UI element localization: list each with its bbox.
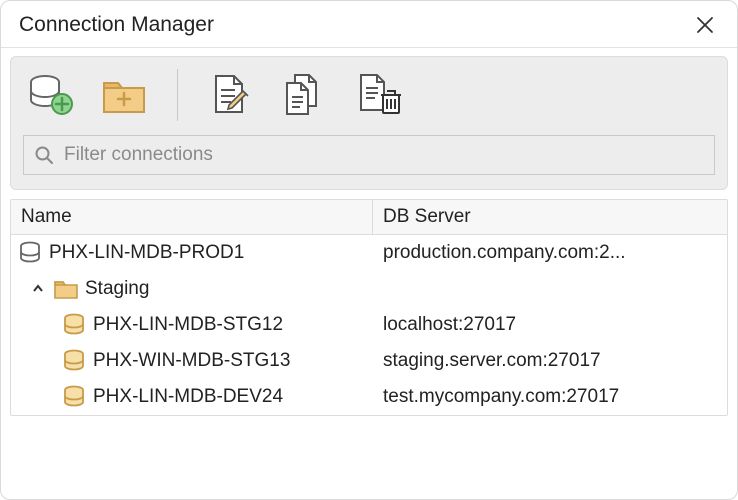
connection-name: PHX-LIN-MDB-STG12 — [93, 314, 283, 336]
delete-button[interactable] — [354, 70, 404, 120]
cell-server: localhost:27017 — [373, 314, 727, 336]
new-folder-button[interactable] — [99, 70, 149, 120]
close-button[interactable] — [691, 11, 719, 39]
tree-connection-row[interactable]: PHX-LIN-MDB-STG12 localhost:27017 — [11, 307, 727, 343]
database-icon — [61, 384, 87, 410]
cell-server: production.company.com:2... — [373, 242, 727, 264]
new-connection-button[interactable] — [25, 70, 75, 120]
database-icon — [61, 312, 87, 338]
search-icon — [34, 145, 54, 165]
tree-connection-row[interactable]: PHX-WIN-MDB-STG13 staging.server.com:2701… — [11, 343, 727, 379]
database-add-icon — [26, 71, 74, 119]
document-delete-icon — [355, 71, 403, 119]
cell-name: PHX-WIN-MDB-STG13 — [11, 348, 373, 374]
folder-add-icon — [100, 71, 148, 119]
toolbar-area — [10, 56, 728, 190]
cell-name: PHX-LIN-MDB-STG12 — [11, 312, 373, 338]
cell-server: test.mycompany.com:27017 — [373, 386, 727, 408]
chevron-up-icon[interactable] — [29, 282, 47, 296]
folder-icon — [53, 278, 79, 300]
cell-server: staging.server.com:27017 — [373, 350, 727, 372]
filter-input[interactable] — [62, 143, 704, 167]
connection-name: PHX-LIN-MDB-DEV24 — [93, 386, 283, 408]
table-header: Name DB Server — [11, 200, 727, 235]
column-header-name[interactable]: Name — [11, 200, 373, 234]
connection-name: PHX-LIN-MDB-PROD1 — [49, 242, 244, 264]
edit-button[interactable] — [206, 70, 256, 120]
document-copy-icon — [281, 71, 329, 119]
titlebar: Connection Manager — [1, 1, 737, 48]
close-icon — [696, 16, 714, 34]
filter-box[interactable] — [23, 135, 715, 175]
duplicate-button[interactable] — [280, 70, 330, 120]
database-icon — [61, 348, 87, 374]
window-title: Connection Manager — [19, 13, 214, 37]
connection-name: PHX-WIN-MDB-STG13 — [93, 350, 290, 372]
toolbar — [23, 69, 715, 121]
toolbar-separator — [177, 69, 178, 121]
table-body: PHX-LIN-MDB-PROD1 production.company.com:… — [11, 235, 727, 415]
database-icon — [17, 240, 43, 266]
cell-name: PHX-LIN-MDB-PROD1 — [11, 240, 373, 266]
cell-name: Staging — [11, 278, 373, 300]
folder-label: Staging — [85, 278, 149, 300]
column-header-server[interactable]: DB Server — [373, 200, 727, 234]
cell-name: PHX-LIN-MDB-DEV24 — [11, 384, 373, 410]
connection-manager-window: Connection Manager — [0, 0, 738, 500]
tree-connection-row[interactable]: PHX-LIN-MDB-PROD1 production.company.com:… — [11, 235, 727, 271]
connections-table: Name DB Server PHX-LIN-MDB-PROD1 producti… — [10, 199, 728, 416]
tree-folder-row[interactable]: Staging — [11, 271, 727, 307]
tree-connection-row[interactable]: PHX-LIN-MDB-DEV24 test.mycompany.com:2701… — [11, 379, 727, 415]
document-edit-icon — [208, 72, 254, 118]
